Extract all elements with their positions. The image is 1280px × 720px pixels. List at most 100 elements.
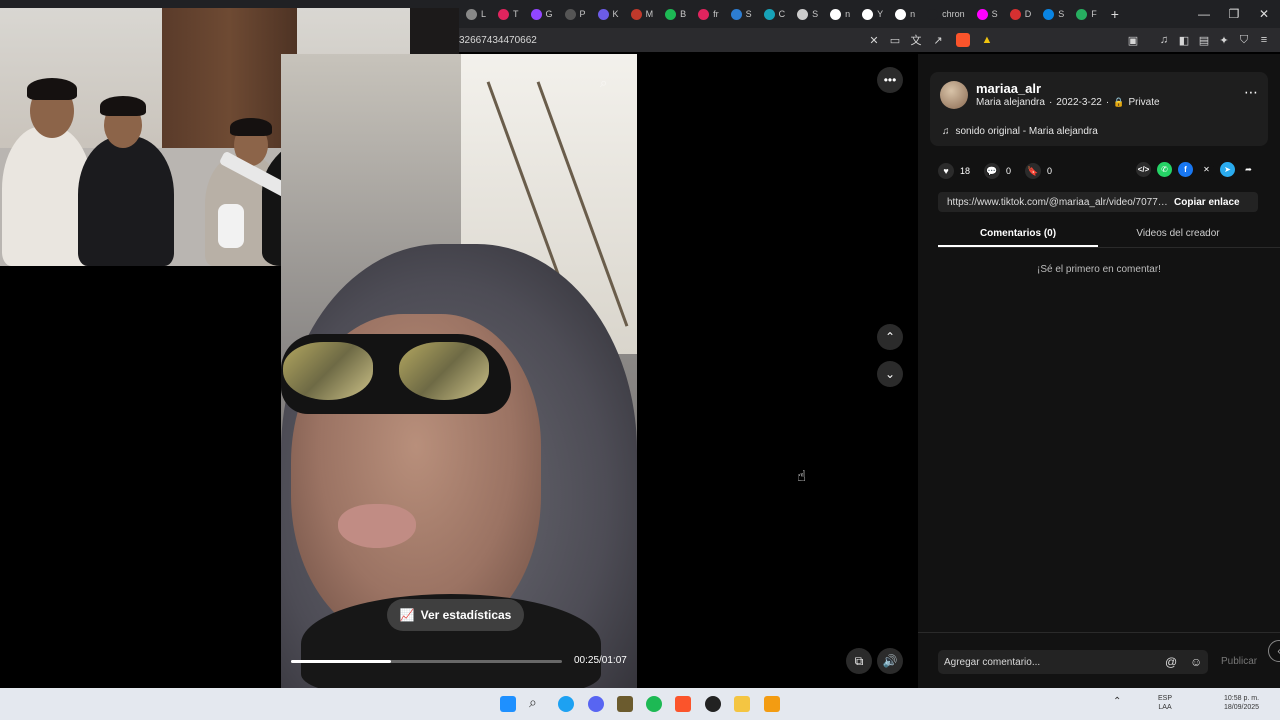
volume-button[interactable]: 🔊	[877, 648, 903, 674]
media-icon[interactable]: ♫	[1157, 33, 1171, 47]
obs-icon[interactable]	[705, 696, 721, 712]
like-button[interactable]: ♥ 18	[938, 163, 970, 179]
browser-tab[interactable]: P	[559, 3, 592, 25]
emoji-icon[interactable]: ☺	[1190, 655, 1202, 669]
app-icon[interactable]	[617, 696, 633, 712]
embed-icon[interactable]: </>	[1136, 162, 1151, 177]
username[interactable]: mariaa_alr	[976, 81, 1041, 96]
tab-creator-videos[interactable]: Videos del creador	[1098, 224, 1258, 247]
tab-label: S	[991, 9, 998, 19]
browser-tab[interactable]: S	[791, 3, 824, 25]
next-video-button[interactable]: ⌄	[877, 361, 903, 387]
save-button[interactable]: 🔖 0	[1025, 163, 1052, 179]
video-progress-bar[interactable]	[291, 660, 562, 663]
float-player-button[interactable]: ⧉	[846, 648, 872, 674]
brave-rewards-icon[interactable]: ▲	[980, 33, 994, 47]
share-icon[interactable]: ➦	[1241, 162, 1256, 177]
browser-tab[interactable]: L	[460, 3, 492, 25]
address-bar[interactable]: 32667434470662 ✕ ▭ 文 ↗ ▲ ▣ ♫ ◧ ▤ ✦ ⛉ ≡	[459, 28, 1280, 52]
cast-icon[interactable]: ▭	[888, 33, 902, 47]
browser-tab[interactable]: D	[1004, 3, 1038, 25]
publish-button[interactable]: Publicar	[1221, 656, 1257, 667]
browser-tab[interactable]: B	[659, 3, 692, 25]
browser-tab[interactable]: G	[525, 3, 559, 25]
wallet-icon[interactable]: ▤	[1197, 33, 1211, 47]
display-name: Maria alejandra	[976, 97, 1045, 108]
tab-favicon-icon	[1043, 8, 1055, 20]
tab-favicon-icon	[1076, 8, 1088, 20]
browser-tab[interactable]: fr	[692, 3, 725, 25]
video-meta: Maria alejandra · 2022-3-22 · 🔒 Private	[976, 97, 1160, 108]
tab-search-icon[interactable]: ▣	[1126, 33, 1140, 47]
tab-favicon-icon	[797, 8, 809, 20]
view-stats-button[interactable]: 📈 Ver estadísticas	[387, 599, 524, 631]
sound-link[interactable]: ♫ sonido original - Maria alejandra	[942, 126, 1098, 137]
edge-icon[interactable]	[558, 696, 574, 712]
clock[interactable]: 10:58 p. m. 18/09/2025	[1224, 694, 1259, 712]
telegram-icon[interactable]: ➤	[1220, 162, 1235, 177]
browser-tab[interactable]: chron	[921, 3, 971, 25]
more-options-button[interactable]: •••	[877, 67, 903, 93]
new-tab-button[interactable]: +	[1103, 6, 1127, 22]
video-link[interactable]: https://www.tiktok.com/@mariaa_alr/video…	[938, 197, 1168, 208]
copy-link-button[interactable]: Copiar enlace	[1168, 197, 1240, 208]
search-icon[interactable]: ⌕	[600, 75, 616, 91]
minimize-button[interactable]: —	[1188, 0, 1220, 28]
brave-shield-icon[interactable]	[956, 33, 970, 47]
start-icon[interactable]	[500, 696, 516, 712]
previous-video-button[interactable]: ⌃	[877, 324, 903, 350]
browser-tab[interactable]: S	[725, 3, 758, 25]
url-text[interactable]: 32667434470662	[459, 35, 859, 46]
tab-favicon-icon	[862, 8, 874, 20]
search-taskbar-icon[interactable]: ⌕	[529, 694, 545, 710]
close-window-button[interactable]: ✕	[1248, 0, 1280, 28]
mention-icon[interactable]: @	[1165, 655, 1177, 669]
comment-button[interactable]: 💬 0	[984, 163, 1011, 179]
browser-tab[interactable]: T	[492, 3, 525, 25]
language-indicator[interactable]: ESP LAA	[1158, 694, 1172, 712]
video-player[interactable]	[281, 54, 637, 688]
whatsapp-icon[interactable]: ✆	[1157, 162, 1172, 177]
vpn-icon[interactable]: ⛉	[1237, 33, 1251, 47]
avatar[interactable]	[940, 81, 968, 109]
browser-tab[interactable]: S	[1037, 3, 1070, 25]
translate-icon[interactable]: 文	[909, 33, 923, 47]
restore-button[interactable]: ❐	[1218, 0, 1250, 28]
tab-label: B	[680, 9, 687, 19]
browser-tab[interactable]: M	[625, 3, 660, 25]
browser-tab[interactable]: F	[1070, 3, 1103, 25]
sidebar-icon[interactable]: ◧	[1177, 33, 1191, 47]
browser-tab[interactable]: K	[592, 3, 625, 25]
discord-icon[interactable]	[588, 696, 604, 712]
browser-tab[interactable]: Y	[856, 3, 889, 25]
lens-left	[283, 342, 373, 400]
tray-chevron-icon[interactable]: ⌃	[1113, 696, 1129, 712]
person-3-hair	[230, 118, 272, 136]
browser-tab[interactable]: S	[971, 3, 1004, 25]
tab-favicon-icon	[498, 8, 510, 20]
tab-favicon-icon	[597, 8, 609, 20]
comment-icon: 💬	[984, 163, 1001, 179]
share-page-icon[interactable]: ↗	[931, 33, 945, 47]
bookmark-icon: 🔖	[1025, 163, 1042, 179]
browser-tab[interactable]: n	[889, 3, 921, 25]
tab-favicon-icon	[665, 8, 677, 20]
panel-tabs: Comentarios (0) Videos del creador	[938, 224, 1280, 248]
tab-label: K	[612, 9, 619, 19]
brave-icon[interactable]	[675, 696, 691, 712]
card-more-button[interactable]: ⋯	[1244, 84, 1258, 101]
spotify-icon[interactable]	[646, 696, 662, 712]
file-explorer-icon[interactable]	[734, 696, 750, 712]
menu-icon[interactable]: ≡	[1257, 33, 1271, 47]
browser-tab[interactable]: n	[824, 3, 856, 25]
person-2	[78, 136, 174, 266]
browser-tab[interactable]: C	[758, 3, 792, 25]
reader-off-icon[interactable]: ✕	[867, 33, 881, 47]
leo-icon[interactable]: ✦	[1217, 33, 1231, 47]
x-icon[interactable]: ✕	[1199, 162, 1214, 177]
tab-comments[interactable]: Comentarios (0)	[938, 224, 1098, 247]
app-icon-2[interactable]	[764, 696, 780, 712]
tab-label: D	[1024, 9, 1032, 19]
facebook-icon[interactable]: f	[1178, 162, 1193, 177]
tab-label: S	[1058, 9, 1065, 19]
